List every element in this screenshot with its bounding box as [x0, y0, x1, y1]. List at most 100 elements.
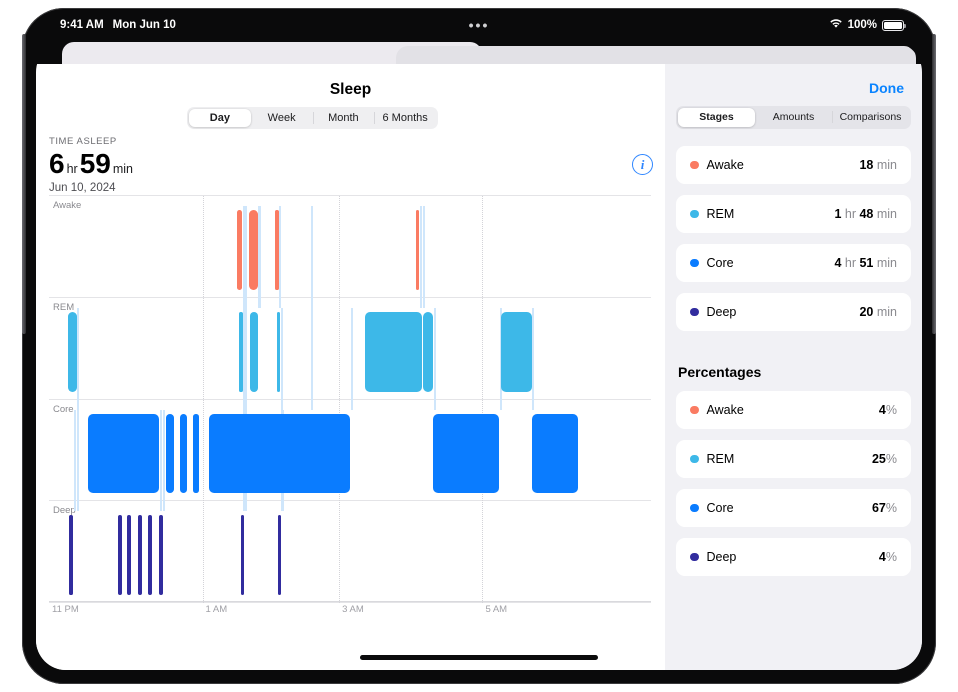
time-range-segmented-control[interactable]: Day Week Month 6 Months	[187, 107, 438, 129]
summary-minutes: 59	[79, 148, 111, 179]
view-mode-segmented-control[interactable]: Stages Amounts Comparisons	[676, 106, 911, 129]
chart-stage-connector	[159, 409, 162, 512]
chart-stage-segment[interactable]	[147, 515, 152, 595]
home-indicator[interactable]	[360, 655, 598, 660]
stage-row-value: 4%	[878, 550, 897, 564]
chart-stage-segment[interactable]	[158, 515, 163, 595]
chart-stage-segment[interactable]	[423, 311, 434, 392]
chart-stage-segment[interactable]	[68, 311, 77, 392]
chart-stage-segment[interactable]	[275, 210, 279, 290]
done-button[interactable]: Done	[869, 80, 904, 96]
chart-gridline	[339, 196, 341, 603]
tablet-device-frame: 9:41 AM Mon Jun 10 ••• 100% Sleep Day We…	[22, 8, 936, 684]
stage-row-label: Awake	[706, 158, 744, 172]
chart-stage-segment[interactable]	[193, 413, 199, 494]
chart-stage-segment[interactable]	[433, 413, 500, 494]
chart-band-awake: Awake	[49, 196, 651, 298]
tab-amounts[interactable]: Amounts	[755, 108, 832, 127]
stage-row[interactable]: REM 25%	[676, 440, 911, 478]
chart-stage-connector	[73, 409, 76, 512]
chart-stage-segment[interactable]	[239, 311, 243, 392]
stage-row-value: 67%	[871, 501, 897, 515]
chart-x-axis: 11 PM 1 AM 3 AM 5 AM	[49, 604, 651, 624]
stage-row[interactable]: REM 1 hr 48 min	[676, 195, 911, 233]
stage-row[interactable]: Core 67%	[676, 489, 911, 527]
chart-stage-connector	[433, 307, 436, 410]
chart-stage-segment[interactable]	[138, 515, 143, 595]
chart-stage-connector	[163, 409, 166, 512]
chart-stage-segment[interactable]	[500, 311, 532, 392]
summary-minutes-unit: min	[112, 162, 134, 176]
tab-6-months[interactable]: 6 Months	[374, 109, 436, 127]
sleep-detail-sheet: Sleep Day Week Month 6 Months TIME ASLEE…	[36, 64, 922, 670]
chart-stage-segment[interactable]	[532, 413, 578, 494]
chart-stage-segment[interactable]	[127, 515, 132, 595]
stage-row-label: Deep	[706, 550, 737, 564]
stage-row-label: Core	[706, 256, 734, 270]
chart-x-tick-label: 11 PM	[52, 604, 79, 615]
chart-stage-segment[interactable]	[69, 515, 74, 595]
stage-percentage-list: Awake 4% REM 25% Core 67% Deep 4%	[676, 391, 911, 587]
chart-x-tick-label: 1 AM	[205, 604, 228, 615]
chart-stage-connector	[310, 206, 313, 410]
stage-row-value: 20 min	[859, 305, 897, 319]
chart-stage-segment[interactable]	[88, 413, 160, 494]
stage-row-label: REM	[706, 207, 735, 221]
chart-stage-segment[interactable]	[179, 413, 188, 494]
summary-value: 6 hr 59 min	[49, 150, 133, 178]
chart-pane: Sleep Day Week Month 6 Months TIME ASLEE…	[36, 64, 665, 670]
chart-stage-segment[interactable]	[416, 210, 420, 290]
tab-comparisons[interactable]: Comparisons	[832, 108, 909, 127]
stage-row-label: Deep	[706, 305, 737, 319]
stage-row-label: REM	[706, 452, 735, 466]
summary-hours-unit: hr	[66, 162, 78, 176]
chart-x-tick-label: 3 AM	[342, 604, 364, 615]
details-pane: Done Stages Amounts Comparisons Awake 18 …	[665, 64, 922, 670]
chart-stage-segment[interactable]	[365, 311, 423, 392]
chart-stage-segment[interactable]	[237, 210, 243, 290]
stage-row-label: Core	[706, 501, 734, 515]
stage-duration-list: Awake 18 min REM 1 hr 48 min Core 4 hr 51 min…	[676, 146, 911, 342]
chart-stage-connector	[532, 307, 535, 410]
stage-color-dot-icon	[690, 258, 699, 268]
tab-stages[interactable]: Stages	[678, 108, 755, 127]
chart-stage-connector	[279, 206, 282, 308]
chart-stage-segment[interactable]	[276, 311, 281, 392]
chart-stage-connector	[419, 206, 422, 308]
chart-stage-segment[interactable]	[241, 515, 245, 595]
stage-row[interactable]: Core 4 hr 51 min	[676, 244, 911, 282]
page-title: Sleep	[329, 81, 372, 98]
status-time: 9:41 AM	[60, 19, 104, 31]
stage-color-dot-icon	[690, 503, 699, 513]
battery-full-icon	[882, 19, 907, 31]
status-bar-right: 100%	[829, 18, 907, 32]
status-bar-camera-dots: •••	[468, 17, 490, 33]
chart-band-label-core: Core	[53, 403, 74, 415]
chart-stage-segment[interactable]	[250, 311, 259, 392]
wifi-icon	[829, 18, 843, 32]
status-bar-left: 9:41 AM Mon Jun 10	[60, 19, 176, 31]
chart-stage-segment[interactable]	[248, 210, 258, 290]
chart-stage-segment[interactable]	[165, 413, 174, 494]
chart-gridline	[482, 196, 484, 603]
info-circle-icon[interactable]: i	[632, 154, 653, 175]
chart-stage-segment[interactable]	[118, 515, 123, 595]
chart-band-label-awake: Awake	[53, 200, 82, 211]
stage-color-dot-icon	[690, 160, 699, 170]
percentages-heading: Percentages	[678, 364, 762, 380]
stage-row[interactable]: Deep 20 min	[676, 293, 911, 331]
stage-row[interactable]: Awake 4%	[676, 391, 911, 429]
stage-color-dot-icon	[690, 454, 699, 464]
summary-label: TIME ASLEEP	[49, 136, 117, 147]
tab-week[interactable]: Week	[251, 109, 313, 127]
tab-day[interactable]: Day	[189, 109, 251, 127]
chart-stage-segment[interactable]	[283, 413, 350, 494]
summary-hours: 6	[49, 148, 65, 179]
chart-stage-segment[interactable]	[278, 515, 282, 595]
chart-stage-connector	[350, 307, 353, 410]
tab-month[interactable]: Month	[312, 109, 375, 127]
stage-color-dot-icon	[690, 405, 699, 415]
stage-row[interactable]: Deep 4%	[676, 538, 911, 576]
chart-stage-connector	[258, 206, 261, 308]
stage-row[interactable]: Awake 18 min	[676, 146, 911, 184]
